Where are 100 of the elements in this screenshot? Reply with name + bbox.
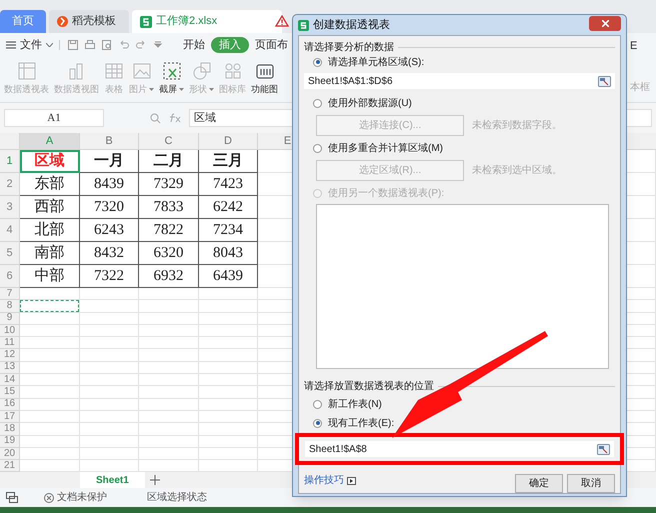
table-icon	[104, 60, 124, 80]
table-cell: 7822	[139, 219, 199, 242]
select-button[interactable]: 选定区域(R)...	[316, 160, 464, 181]
row-number: 21	[0, 460, 20, 472]
redo-icon[interactable]	[136, 40, 146, 50]
radio-button[interactable]	[313, 98, 322, 108]
table-cell: 二月	[139, 150, 199, 173]
empty-cell	[80, 374, 139, 386]
spreadsheet-icon	[140, 16, 152, 28]
tab[interactable]: 首页	[0, 10, 46, 33]
print-icon[interactable]	[85, 40, 95, 50]
range-field[interactable]: Sheet1!$A$8	[305, 441, 614, 457]
search-icon[interactable]	[150, 112, 161, 124]
table-cell: 8439	[80, 173, 139, 196]
row-number: 13	[0, 362, 20, 374]
tips-link[interactable]: 操作技巧	[304, 473, 356, 488]
row-number: 11	[0, 337, 20, 350]
column-header[interactable]: D	[199, 133, 258, 149]
radio-button[interactable]	[313, 418, 322, 428]
row-number: 9	[0, 312, 20, 325]
row-number: 6	[0, 265, 20, 288]
table-cell: 7833	[139, 196, 199, 219]
range-picker-icon[interactable]	[598, 76, 611, 86]
radio-label: 现有工作表(E):	[328, 416, 394, 430]
menu-item[interactable]: 插入	[211, 37, 249, 53]
select-button[interactable]: 选择连接(C)...	[316, 115, 464, 136]
empty-cell	[80, 436, 139, 448]
table-cell: 东部	[20, 173, 80, 196]
pivot-table-icon	[16, 60, 36, 80]
table-cell: 7423	[199, 173, 258, 196]
add-icon[interactable]	[150, 475, 160, 485]
column-header[interactable]: B	[80, 133, 139, 149]
ribbon-button[interactable]: 截屏	[158, 60, 185, 96]
pivot-table-list[interactable]	[316, 204, 609, 369]
empty-cell	[139, 423, 199, 436]
table-cell: 区域	[20, 150, 80, 173]
radio-button[interactable]	[313, 400, 322, 408]
row-number: 8	[0, 300, 20, 313]
dialog-button[interactable]: 确定	[515, 474, 563, 493]
radio-button[interactable]	[313, 58, 322, 66]
crop-icon	[162, 60, 182, 80]
preview-icon[interactable]	[102, 40, 112, 50]
status-text: 文档未保护	[57, 490, 107, 505]
tab[interactable]: 稻壳模板	[49, 10, 129, 33]
row-number: 14	[0, 374, 20, 386]
windows-icon[interactable]	[6, 492, 18, 503]
table-cell: 一月	[80, 150, 139, 173]
column-header[interactable]: A	[20, 133, 80, 149]
table-cell: 7234	[199, 219, 258, 242]
table-cell: 西部	[20, 196, 80, 219]
empty-cell	[139, 349, 199, 362]
radio-label: 使用多重合并计算区域(M)	[328, 142, 443, 156]
undo-icon[interactable]	[119, 40, 129, 50]
caret-icon[interactable]	[153, 40, 163, 50]
ribbon-button[interactable]: 功能图	[250, 60, 279, 96]
menu-item[interactable]: 文件	[6, 36, 53, 54]
icon-grid-icon	[222, 60, 242, 80]
table-cell: 6932	[139, 265, 199, 288]
save-icon[interactable]	[68, 40, 78, 50]
sheet-tab[interactable]: Sheet1	[80, 472, 145, 488]
menu-item[interactable]: E	[630, 38, 638, 54]
table-cell: 8432	[80, 242, 139, 265]
range-field[interactable]: Sheet1!$A$1:$D$6	[304, 73, 615, 89]
empty-cell	[139, 362, 199, 374]
row-number: 3	[0, 196, 20, 219]
ribbon-label[interactable]: 本框	[630, 80, 650, 95]
row-number: 16	[0, 398, 20, 411]
table-cell: 中部	[20, 265, 80, 288]
table-cell: 7329	[139, 173, 199, 196]
empty-cell	[139, 374, 199, 386]
close-circle-icon	[44, 492, 54, 502]
menu-item[interactable]: 开始	[183, 36, 205, 54]
dialog-title: 创建数据透视表	[313, 18, 391, 33]
range-picker-icon[interactable]	[597, 444, 610, 454]
warning-icon[interactable]	[275, 15, 289, 27]
radio-label: 请选择单元格区域(S):	[328, 56, 424, 70]
row-number: 15	[0, 386, 20, 399]
row-number: 17	[0, 410, 20, 424]
tab[interactable]: 工作簿2.xlsx	[132, 10, 282, 33]
row-number: 5	[0, 242, 20, 265]
empty-cell	[139, 312, 199, 325]
empty-cell	[80, 337, 139, 350]
empty-cell	[139, 386, 199, 399]
group-title: 请选择放置数据透视表的位置	[304, 380, 434, 394]
table-cell: 6242	[199, 196, 258, 219]
spreadsheet-icon	[298, 20, 309, 30]
table-cell: 6243	[80, 219, 139, 242]
radio-button[interactable]	[313, 144, 322, 152]
table-cell: 7322	[80, 265, 139, 288]
empty-cell	[80, 386, 139, 399]
row-number: 2	[0, 173, 20, 196]
name-box[interactable]: A1	[4, 109, 104, 127]
play-icon	[347, 476, 356, 484]
menu-item[interactable]: 页面布	[255, 36, 288, 54]
column-header[interactable]: C	[139, 133, 199, 149]
empty-cell	[139, 398, 199, 411]
function-icon[interactable]	[169, 113, 181, 123]
dialog-button[interactable]: 取消	[567, 474, 615, 493]
table-cell: 7320	[80, 196, 139, 219]
close-button[interactable]	[589, 16, 621, 30]
